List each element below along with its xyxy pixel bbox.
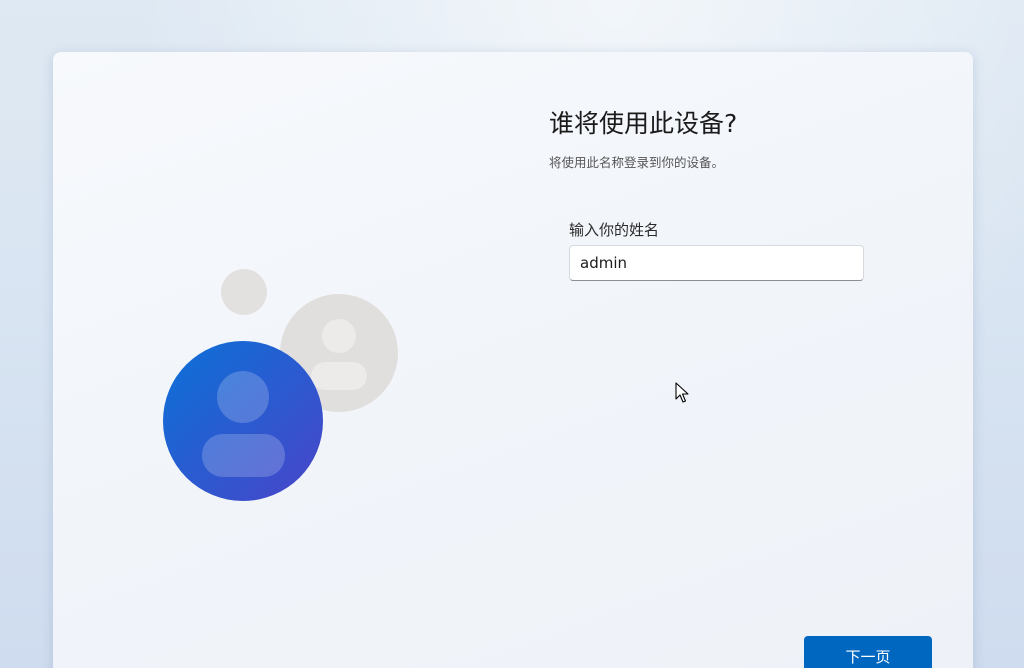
page-title: 谁将使用此设备?: [549, 109, 738, 138]
users-icon: [163, 269, 398, 501]
name-field-label: 输入你的姓名: [569, 221, 660, 239]
primary-user-icon: [163, 341, 323, 501]
small-circle: [221, 269, 267, 315]
next-button[interactable]: 下一页: [804, 636, 932, 668]
mouse-cursor-icon: [675, 382, 689, 403]
setup-panel: 谁将使用此设备? 将使用此名称登录到你的设备。 输入你的姓名 下一页: [53, 52, 973, 668]
page-subtitle: 将使用此名称登录到你的设备。: [549, 155, 725, 170]
name-input[interactable]: [569, 245, 864, 281]
